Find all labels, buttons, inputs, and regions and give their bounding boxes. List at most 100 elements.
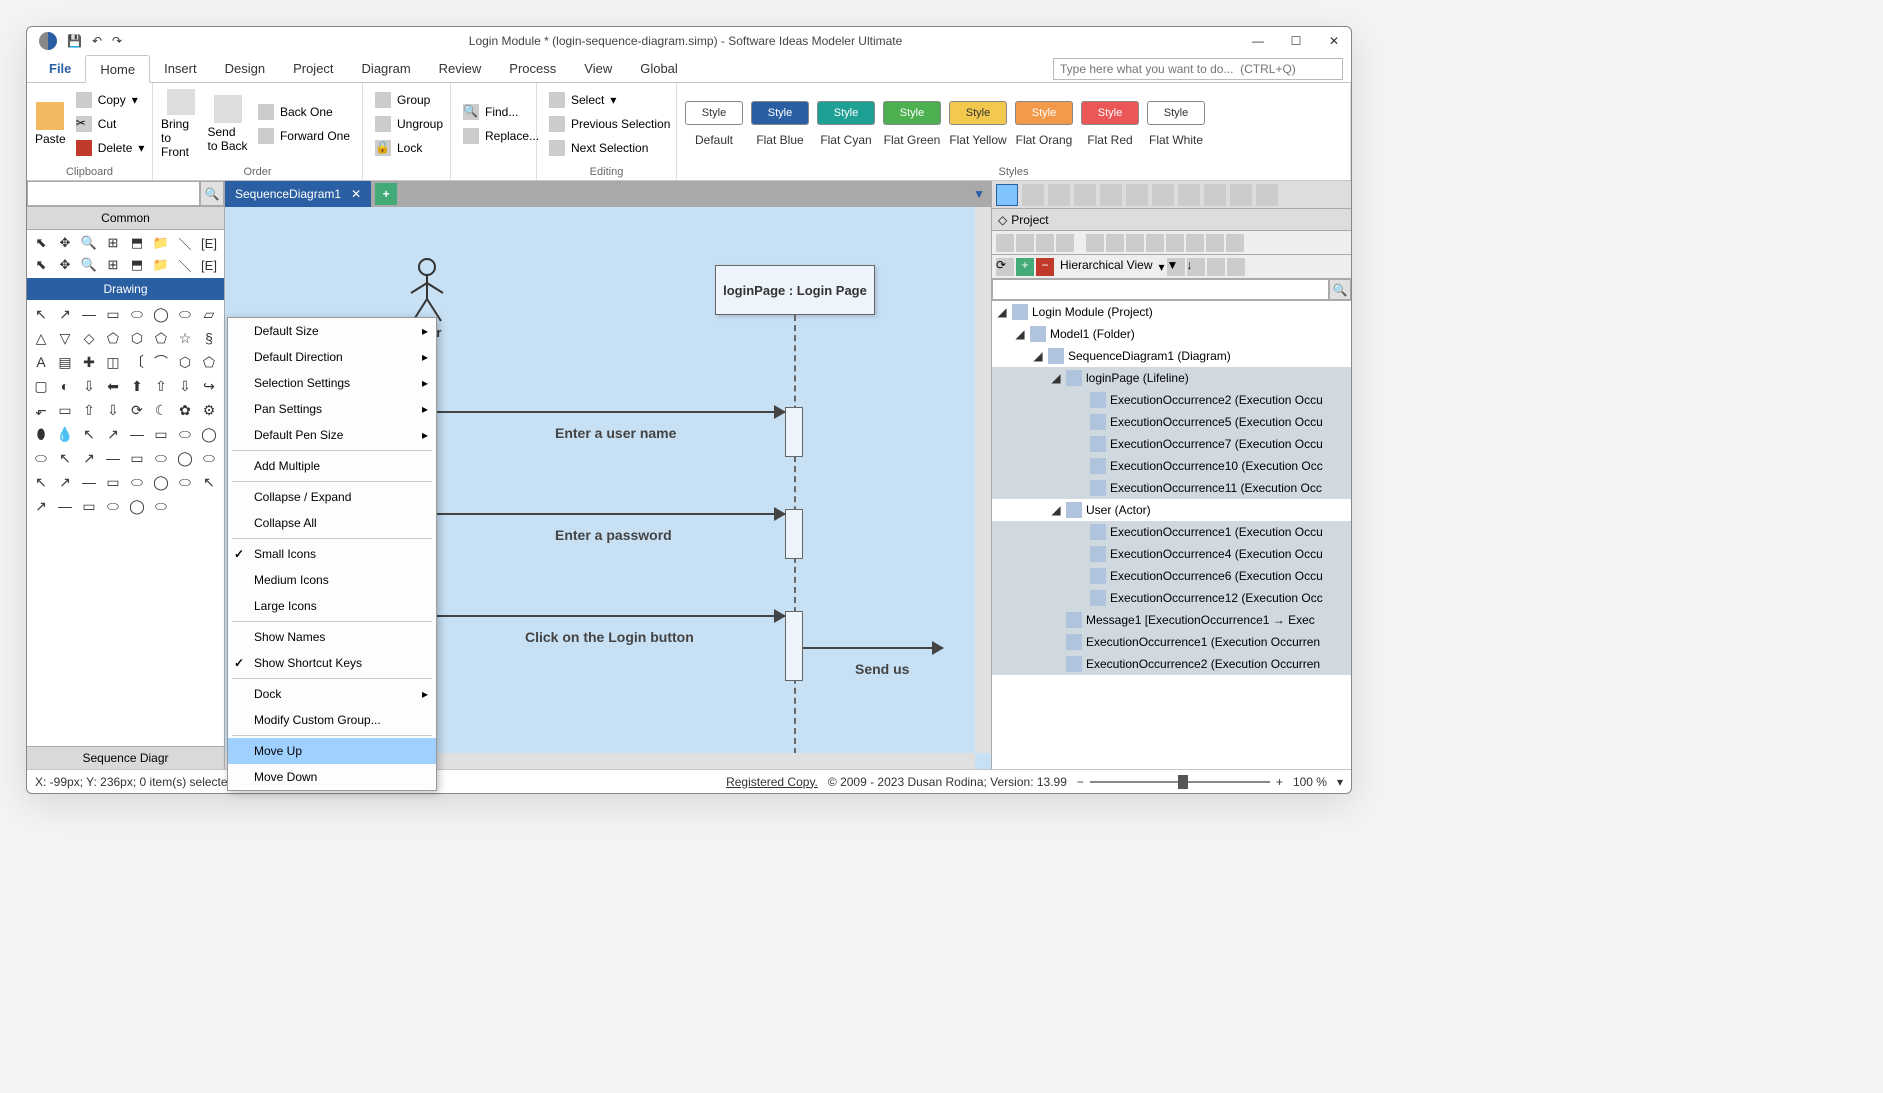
style-button[interactable]: Style: [1081, 101, 1139, 125]
right-tool-7-icon[interactable]: [1152, 184, 1174, 206]
menu-process[interactable]: Process: [495, 55, 570, 82]
context-menu-item[interactable]: Pan Settings: [228, 396, 436, 422]
draw-shape-button[interactable]: ▭: [149, 422, 173, 446]
menu-design[interactable]: Design: [211, 55, 279, 82]
tree-node[interactable]: Message1 [ExecutionOccurrence1 → Exec: [992, 609, 1351, 631]
proj-tool-icon[interactable]: [1086, 234, 1104, 252]
draw-shape-button[interactable]: ⬭: [149, 494, 173, 518]
lifeline-loginpage[interactable]: loginPage : Login Page: [715, 265, 875, 315]
tree-node[interactable]: ExecutionOccurrence1 (Execution Occu: [992, 521, 1351, 543]
draw-shape-button[interactable]: ⬡: [125, 326, 149, 350]
find-button[interactable]: 🔍Find...: [459, 101, 543, 123]
context-menu-item[interactable]: Default Size: [228, 318, 436, 344]
palette-search[interactable]: [27, 181, 200, 206]
tool-button[interactable]: ⬉: [29, 254, 53, 276]
right-tool-5-icon[interactable]: [1100, 184, 1122, 206]
draw-shape-button[interactable]: ⬭: [125, 302, 149, 326]
menu-insert[interactable]: Insert: [150, 55, 211, 82]
message-arrow[interactable]: [435, 615, 785, 617]
message-arrow[interactable]: [435, 411, 785, 413]
refresh-icon[interactable]: ⟳: [996, 258, 1014, 276]
tool-button[interactable]: 📁: [149, 254, 173, 276]
draw-shape-button[interactable]: ⟳: [125, 398, 149, 422]
lock-button[interactable]: 🔒Lock: [371, 137, 447, 159]
draw-shape-button[interactable]: A: [29, 350, 53, 374]
menu-global[interactable]: Global: [626, 55, 692, 82]
right-tool-1-icon[interactable]: [996, 184, 1018, 206]
bring-front-button[interactable]: Bring to Front: [161, 89, 201, 159]
draw-shape-button[interactable]: ◯: [149, 470, 173, 494]
draw-shape-button[interactable]: —: [53, 494, 77, 518]
tree-node[interactable]: ExecutionOccurrence2 (Execution Occu: [992, 389, 1351, 411]
menu-view[interactable]: View: [570, 55, 626, 82]
draw-shape-button[interactable]: ↗: [101, 422, 125, 446]
draw-shape-button[interactable]: ↖: [29, 302, 53, 326]
tree-node[interactable]: ExecutionOccurrence7 (Execution Occu: [992, 433, 1351, 455]
tree-node[interactable]: ExecutionOccurrence2 (Execution Occurren: [992, 653, 1351, 675]
right-tool-4-icon[interactable]: [1074, 184, 1096, 206]
draw-shape-button[interactable]: ↗: [53, 470, 77, 494]
forward-one-button[interactable]: Forward One: [254, 125, 354, 147]
message-arrow[interactable]: [803, 647, 943, 649]
filter-icon[interactable]: ▼: [1167, 258, 1185, 276]
draw-shape-button[interactable]: 〔: [125, 350, 149, 374]
draw-shape-button[interactable]: ⬭: [173, 302, 197, 326]
style-button[interactable]: Style: [1015, 101, 1073, 125]
draw-shape-button[interactable]: △: [29, 326, 53, 350]
tool-button[interactable]: 🔍: [77, 232, 101, 254]
context-menu-item[interactable]: Modify Custom Group...: [228, 707, 436, 733]
draw-shape-button[interactable]: ▱: [197, 302, 221, 326]
draw-shape-button[interactable]: ↪: [197, 374, 221, 398]
draw-shape-button[interactable]: ⬆: [125, 374, 149, 398]
tree-node[interactable]: ExecutionOccurrence12 (Execution Occ: [992, 587, 1351, 609]
style-button[interactable]: Style: [883, 101, 941, 125]
exec-occurrence[interactable]: [785, 611, 803, 681]
draw-shape-button[interactable]: ⬭: [197, 446, 221, 470]
undo-icon[interactable]: ↶: [92, 34, 102, 48]
right-tool-6-icon[interactable]: [1126, 184, 1148, 206]
tool-button[interactable]: ⬒: [125, 254, 149, 276]
context-menu-item[interactable]: Medium Icons: [228, 567, 436, 593]
tool-button[interactable]: 📁: [149, 232, 173, 254]
tool-button[interactable]: ⊞: [101, 232, 125, 254]
tool-button[interactable]: ⬒: [125, 232, 149, 254]
draw-shape-button[interactable]: ⬠: [197, 350, 221, 374]
draw-shape-button[interactable]: ↗: [29, 494, 53, 518]
draw-shape-button[interactable]: ▭: [125, 446, 149, 470]
tree-node[interactable]: ◢SequenceDiagram1 (Diagram): [992, 345, 1351, 367]
draw-shape-button[interactable]: ⬭: [101, 494, 125, 518]
zoom-slider[interactable]: −+: [1077, 775, 1283, 789]
draw-shape-button[interactable]: ◯: [197, 422, 221, 446]
draw-shape-button[interactable]: ⇩: [101, 398, 125, 422]
next-selection-button[interactable]: Next Selection: [545, 137, 674, 159]
context-menu-item[interactable]: Selection Settings: [228, 370, 436, 396]
draw-shape-button[interactable]: ⬅: [101, 374, 125, 398]
proj-tool-icon[interactable]: [1016, 234, 1034, 252]
close-button[interactable]: ✕: [1325, 32, 1343, 50]
save-icon[interactable]: 💾: [67, 34, 82, 48]
add-tab-button[interactable]: +: [375, 183, 397, 205]
draw-shape-button[interactable]: ◫: [101, 350, 125, 374]
right-tool-10-icon[interactable]: [1230, 184, 1252, 206]
tool-button[interactable]: ＼: [173, 254, 197, 276]
tool-button[interactable]: ＼: [173, 232, 197, 254]
view-icon[interactable]: [1227, 258, 1245, 276]
context-menu-item[interactable]: Collapse All: [228, 510, 436, 536]
palette-tab-common[interactable]: Common: [27, 207, 224, 230]
style-button[interactable]: Style: [1147, 101, 1205, 125]
context-menu-item[interactable]: Default Pen Size: [228, 422, 436, 448]
project-search[interactable]: [992, 279, 1329, 300]
draw-shape-button[interactable]: ⬠: [149, 326, 173, 350]
back-one-button[interactable]: Back One: [254, 101, 354, 123]
draw-shape-button[interactable]: ⬭: [173, 470, 197, 494]
draw-shape-button[interactable]: ▽: [53, 326, 77, 350]
exec-occurrence[interactable]: [785, 407, 803, 457]
proj-tool-icon[interactable]: [1166, 234, 1184, 252]
draw-shape-button[interactable]: §: [197, 326, 221, 350]
draw-shape-button[interactable]: ⬡: [173, 350, 197, 374]
context-menu-item[interactable]: Add Multiple: [228, 453, 436, 479]
draw-shape-button[interactable]: —: [125, 422, 149, 446]
tree-node[interactable]: ExecutionOccurrence4 (Execution Occu: [992, 543, 1351, 565]
tree-node[interactable]: ◢Model1 (Folder): [992, 323, 1351, 345]
draw-shape-button[interactable]: ↖: [53, 446, 77, 470]
